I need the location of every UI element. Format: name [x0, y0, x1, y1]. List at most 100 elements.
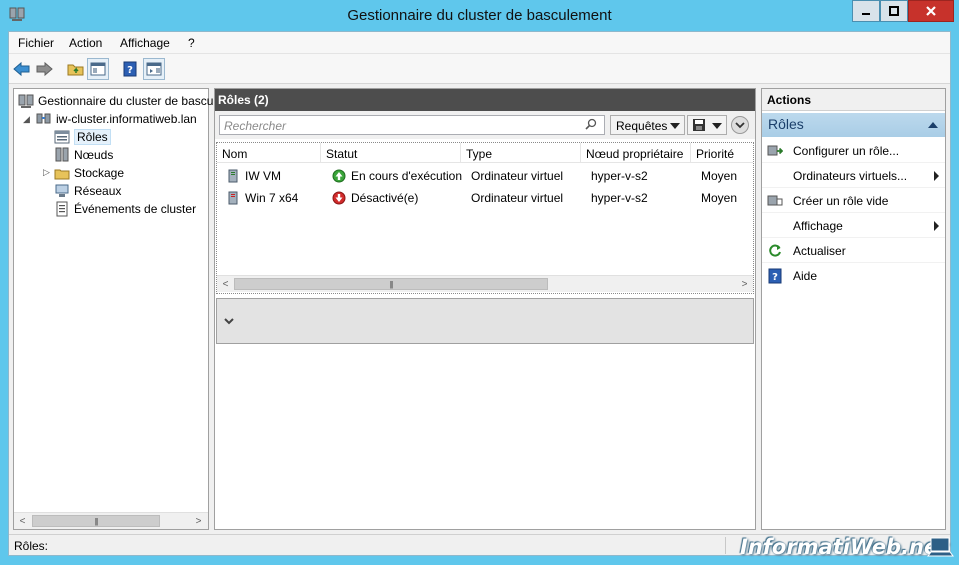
toolbar: ?	[9, 54, 950, 84]
column-header-type[interactable]: Type	[461, 143, 581, 163]
menu-affichage[interactable]: Affichage	[120, 36, 170, 50]
action-help[interactable]: ? Aide	[762, 264, 945, 288]
scroll-left-arrow-icon[interactable]: <	[217, 276, 234, 292]
scrollbar-thumb[interactable]: |||	[32, 515, 160, 527]
cluster-expand-toggle[interactable]: ◢	[23, 114, 30, 125]
table-row[interactable]: Win 7 x64 Désactivé(e) Ordinateur virtue…	[217, 187, 753, 209]
tree-item-events[interactable]: Événements de cluster	[54, 200, 196, 218]
action-label: Actualiser	[793, 244, 846, 258]
roles-icon	[54, 130, 70, 144]
virtual-machine-icon	[228, 191, 238, 205]
cell-status: Désactivé(e)	[327, 187, 467, 209]
roles-pane-header: Rôles (2)	[215, 89, 755, 111]
row-name: Win 7 x64	[245, 191, 299, 205]
status-separator	[725, 537, 726, 554]
back-button[interactable]	[11, 58, 33, 80]
console-tree: Gestionnaire du cluster de basculement ◢…	[13, 88, 249, 530]
action-create-empty-role[interactable]: Créer un rôle vide	[762, 189, 945, 213]
console-tree-icon	[90, 62, 106, 76]
save-disk-icon	[693, 119, 705, 131]
cell-type: Ordinateur virtuel	[471, 169, 564, 183]
help-icon: ?	[768, 268, 782, 284]
refresh-icon	[769, 244, 781, 257]
expand-details-chevron-icon[interactable]	[223, 315, 235, 327]
roles-grid: Nom Statut Type Nœud propriétaire Priori…	[216, 142, 754, 294]
tree-horizontal-scrollbar[interactable]: < ||| >	[14, 512, 208, 529]
tree-item-networks[interactable]: Réseaux	[54, 182, 121, 200]
show-tree-button[interactable]	[87, 58, 109, 80]
row-status: En cours d'exécution	[351, 169, 463, 183]
action-pane-icon	[146, 62, 162, 76]
row-name: IW VM	[245, 169, 281, 183]
tree-item-nodes-label: Nœuds	[74, 148, 114, 162]
roles-grid-header: Nom Statut Type Nœud propriétaire Priori…	[217, 143, 753, 163]
tree-item-roles-label: Rôles	[74, 129, 111, 145]
action-label: Créer un rôle vide	[793, 194, 889, 208]
menu-action[interactable]: Action	[69, 36, 102, 50]
scroll-right-arrow-icon[interactable]: >	[190, 513, 207, 529]
show-action-pane-button[interactable]	[143, 58, 165, 80]
create-role-icon	[767, 195, 783, 206]
action-virtual-machines[interactable]: Ordinateurs virtuels...	[762, 164, 945, 188]
table-row[interactable]: IW VM En cours d'exécution Ordinateur vi…	[217, 165, 753, 187]
column-header-priority[interactable]: Priorité	[691, 143, 753, 163]
details-panel	[216, 298, 754, 344]
menu-help[interactable]: ?	[188, 36, 195, 50]
cell-type: Ordinateur virtuel	[471, 191, 564, 205]
window-title: Gestionnaire du cluster de basculement	[347, 7, 612, 24]
tree-item-nodes[interactable]: Nœuds	[54, 146, 113, 164]
virtual-machine-icon	[228, 169, 238, 183]
row-status: Désactivé(e)	[351, 191, 419, 205]
tree-item-networks-label: Réseaux	[74, 184, 122, 198]
grid-horizontal-scrollbar[interactable]: < ||| >	[217, 275, 753, 292]
cell-name: IW VM	[221, 165, 321, 187]
queries-button[interactable]: Requêtes	[610, 115, 685, 135]
maximize-button[interactable]	[880, 0, 908, 22]
collapse-group-icon	[928, 122, 938, 128]
actions-group-roles[interactable]: Rôles	[762, 113, 945, 137]
action-view[interactable]: Affichage	[762, 214, 945, 238]
collapse-search-button[interactable]	[731, 116, 749, 134]
close-button[interactable]	[908, 0, 954, 22]
action-refresh[interactable]: Actualiser	[762, 239, 945, 263]
menu-fichier[interactable]: Fichier	[18, 36, 54, 50]
cell-priority: Moyen	[701, 169, 738, 183]
up-folder-button[interactable]	[65, 58, 87, 80]
tree-item-events-label: Événements de cluster	[74, 202, 197, 216]
title-bar: Gestionnaire du cluster de basculement	[0, 0, 959, 31]
tree-cluster-node[interactable]: iw-cluster.informatiweb.lan	[36, 110, 197, 128]
storage-expand-toggle[interactable]: ▷	[43, 167, 50, 178]
column-header-name[interactable]: Nom	[217, 143, 321, 163]
tree-item-roles[interactable]: Rôles	[54, 128, 111, 146]
submenu-arrow-icon	[934, 221, 939, 231]
maximize-icon	[889, 6, 899, 16]
actions-pane: Actions Rôles Configurer un rôle... Ordi…	[761, 88, 946, 530]
action-configure-role[interactable]: Configurer un rôle...	[762, 139, 945, 163]
tree-item-storage[interactable]: Stockage	[54, 164, 124, 182]
action-label: Configurer un rôle...	[793, 144, 900, 158]
search-toolbar: Rechercher Requêtes	[215, 111, 755, 139]
tree-item-storage-label: Stockage	[74, 166, 125, 180]
failover-manager-icon	[18, 94, 34, 108]
cluster-icon	[36, 113, 51, 124]
action-label: Aide	[793, 269, 818, 283]
tree-cluster-label: iw-cluster.informatiweb.lan	[56, 112, 197, 126]
scroll-left-arrow-icon[interactable]: <	[14, 513, 31, 529]
scroll-right-arrow-icon[interactable]: >	[736, 276, 753, 292]
nodes-icon	[55, 147, 69, 162]
minimize-button[interactable]	[852, 0, 880, 22]
search-icon[interactable]	[585, 118, 597, 130]
storage-icon	[54, 169, 70, 180]
cell-name: Win 7 x64	[221, 187, 321, 209]
forward-button[interactable]	[33, 58, 55, 80]
help-toolbar-button[interactable]: ?	[119, 58, 141, 80]
column-header-status[interactable]: Statut	[321, 143, 461, 163]
laptop-logo-icon	[927, 537, 954, 557]
save-query-button[interactable]	[687, 115, 727, 135]
scrollbar-thumb[interactable]: |||	[234, 278, 548, 290]
close-icon	[926, 6, 936, 16]
search-input[interactable]: Rechercher	[219, 115, 605, 135]
menu-bar: Fichier Action Affichage ?	[9, 32, 950, 54]
action-label: Affichage	[793, 219, 843, 233]
column-header-owner[interactable]: Nœud propriétaire	[581, 143, 691, 163]
